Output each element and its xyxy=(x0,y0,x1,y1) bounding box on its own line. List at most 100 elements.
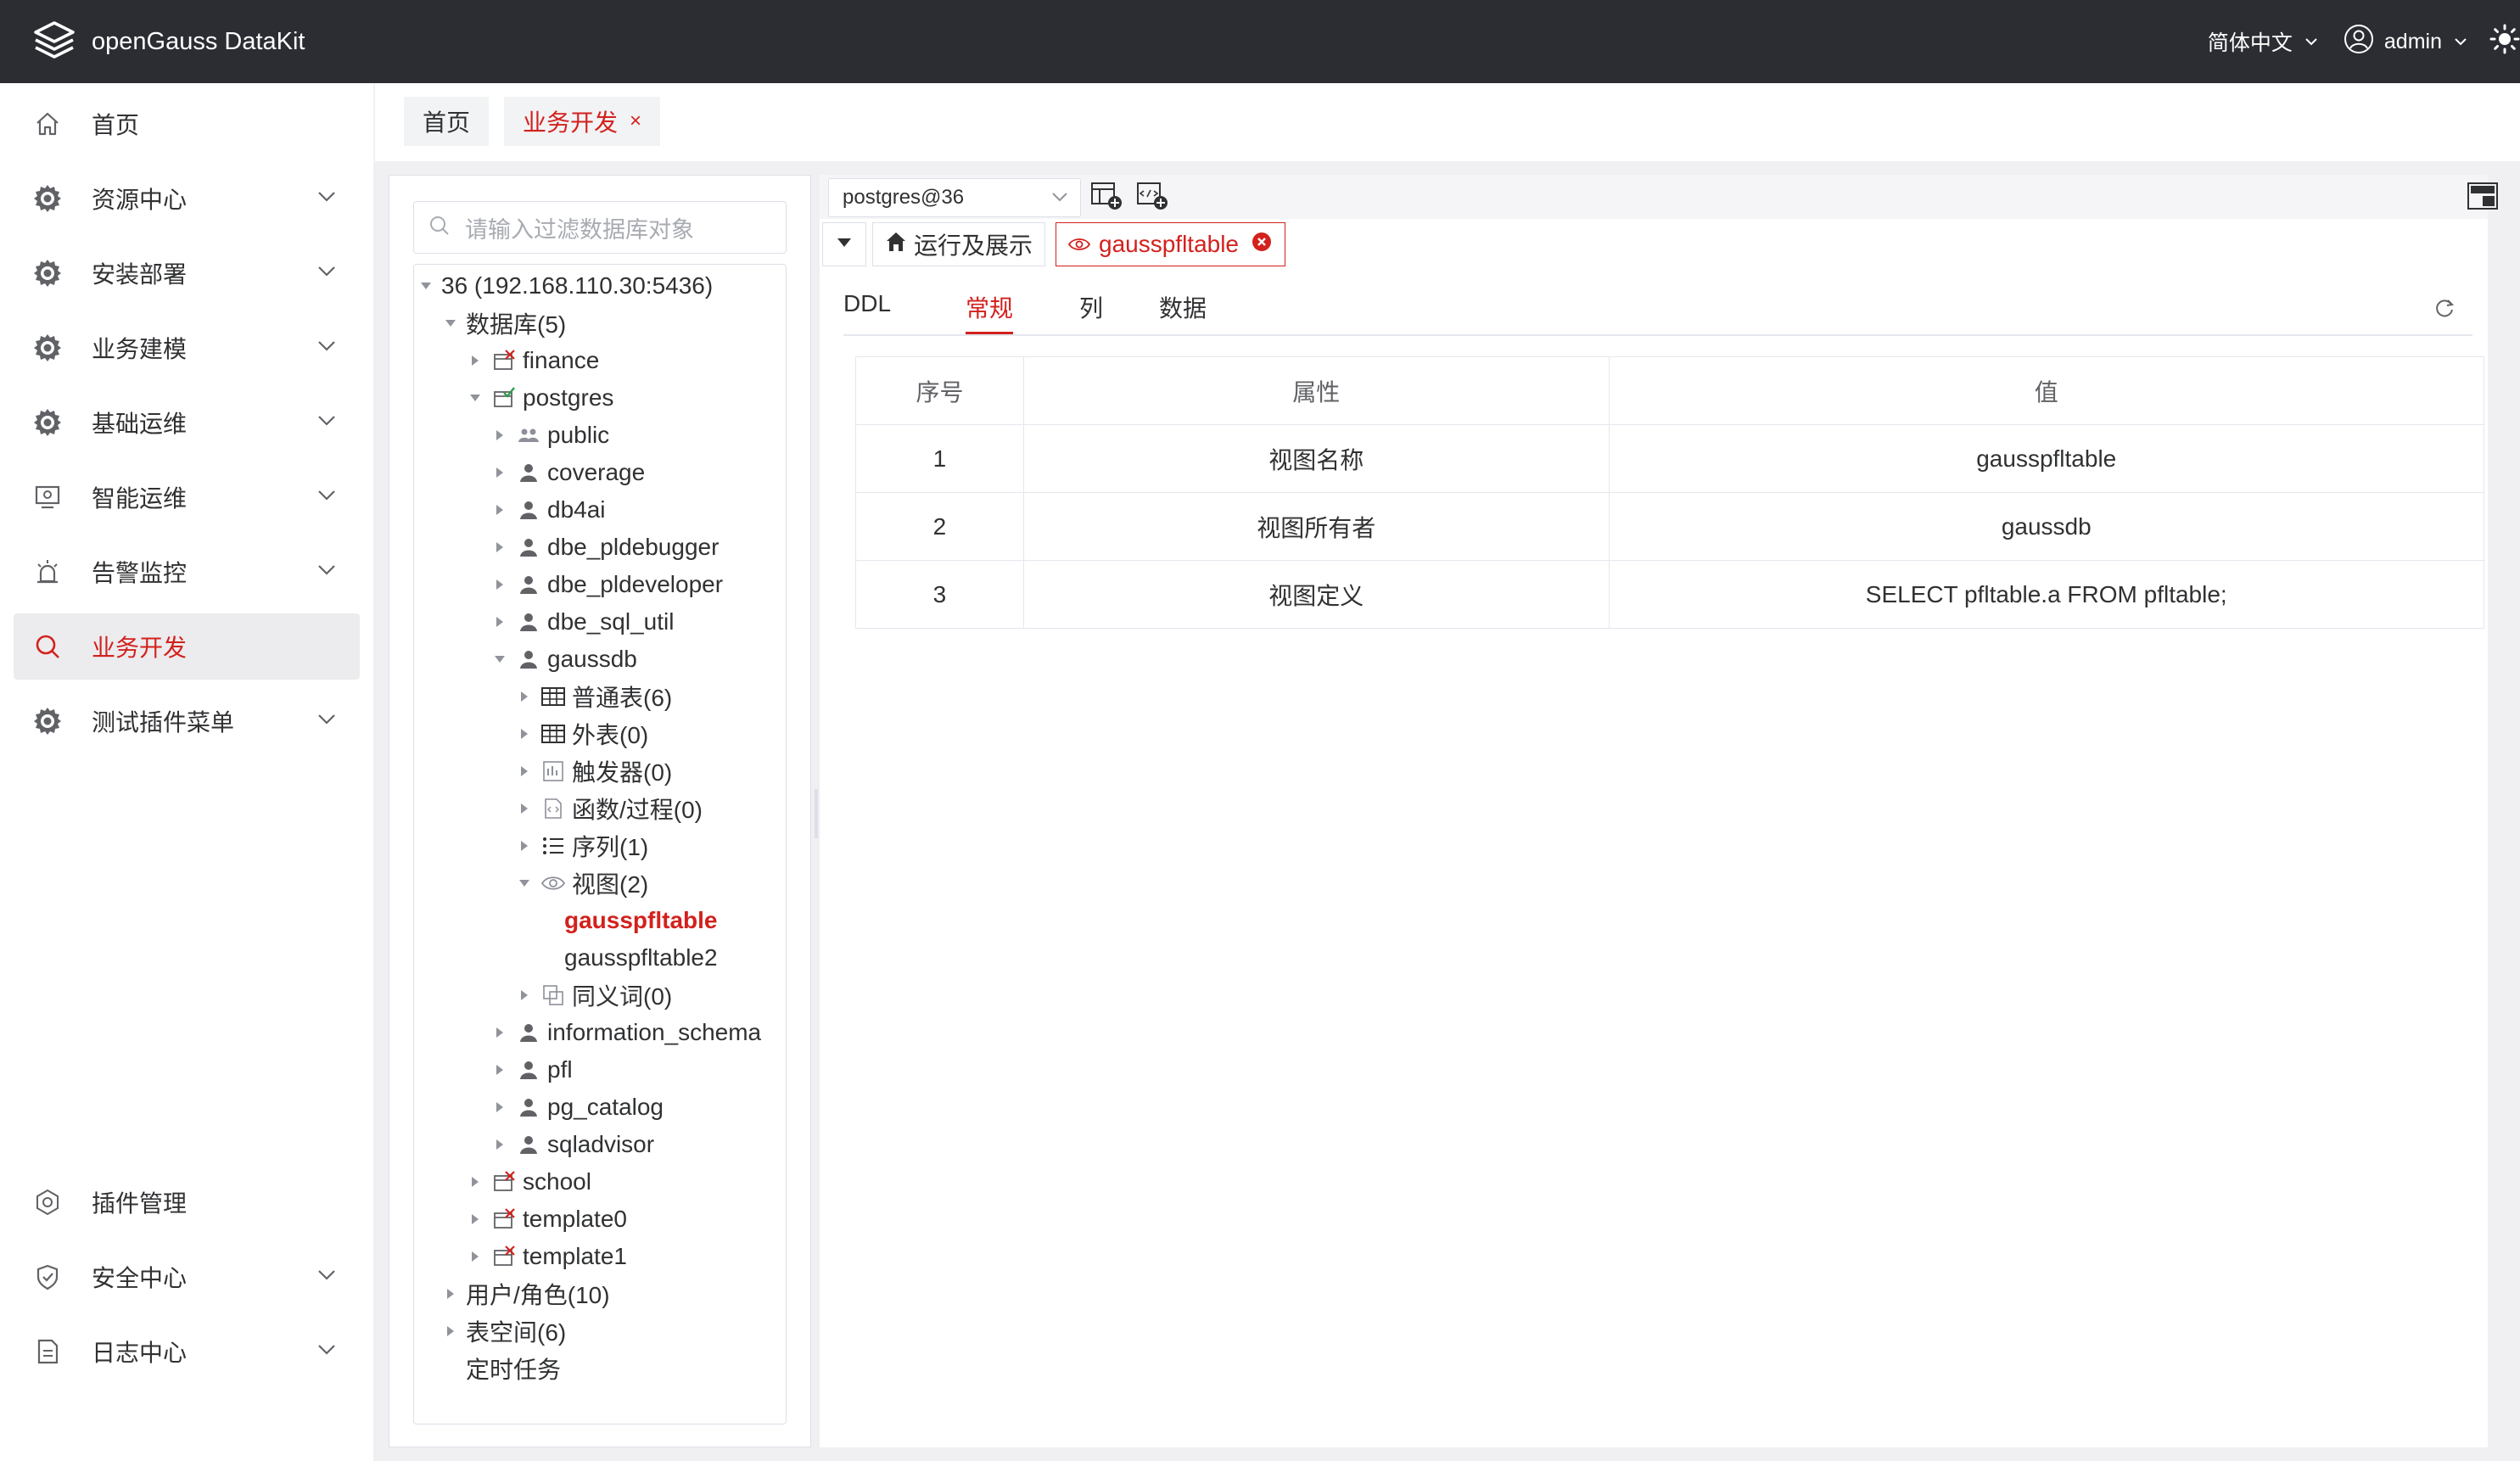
sidebar-item-7[interactable]: 业务开发 xyxy=(14,613,360,680)
tree-node[interactable]: school xyxy=(467,1164,591,1200)
tree-node[interactable]: 外表(0) xyxy=(516,716,648,752)
caret-right-icon[interactable] xyxy=(516,989,533,1001)
caret-right-icon[interactable] xyxy=(467,1213,484,1225)
tree-node[interactable]: 定时任务 xyxy=(442,1351,561,1386)
tree-node-label: postgres xyxy=(523,384,614,411)
caret-right-icon[interactable] xyxy=(442,1288,459,1300)
caret-down-icon[interactable] xyxy=(417,282,434,290)
tab-run-display[interactable]: 运行及展示 xyxy=(872,222,1046,266)
tree-node[interactable]: 数据库(5) xyxy=(442,305,566,341)
caret-right-icon[interactable] xyxy=(491,1027,508,1038)
sidebar-item-3[interactable]: 业务建模 xyxy=(14,315,360,381)
tree-node[interactable]: coverage xyxy=(491,455,645,490)
caret-right-icon[interactable] xyxy=(491,616,508,628)
tabs-dropdown-button[interactable] xyxy=(822,222,866,266)
caret-right-icon[interactable] xyxy=(491,1139,508,1150)
table-cell: 视图所有者 xyxy=(1022,492,1610,561)
tree-node[interactable]: dbe_pldebugger xyxy=(491,529,719,565)
caret-right-icon[interactable] xyxy=(516,765,533,777)
caret-down-icon[interactable] xyxy=(516,879,533,887)
tree-node[interactable]: 表空间(6) xyxy=(442,1313,566,1349)
caret-right-icon[interactable] xyxy=(467,1251,484,1262)
tree-node[interactable]: pg_catalog xyxy=(491,1089,664,1125)
panel-splitter[interactable] xyxy=(815,789,818,838)
refresh-icon[interactable] xyxy=(2433,297,2456,323)
tab-view-gausspfltable[interactable]: gausspfltable xyxy=(1056,222,1286,266)
tree-node[interactable]: postgres xyxy=(467,380,613,416)
tree-node[interactable]: public xyxy=(491,417,609,453)
caret-right-icon[interactable] xyxy=(516,803,533,814)
caret-right-icon[interactable] xyxy=(491,429,508,441)
close-icon[interactable]: × xyxy=(630,109,641,133)
new-query-button[interactable] xyxy=(1089,182,1123,214)
caret-right-icon[interactable] xyxy=(442,1325,459,1337)
table-cell: 视图定义 xyxy=(1022,560,1610,629)
tree-node[interactable]: gausspfltable2 xyxy=(540,940,718,976)
tree-node[interactable]: 序列(1) xyxy=(516,828,648,864)
tree-node[interactable]: 函数/过程(0) xyxy=(516,791,703,826)
sidebar-item-8[interactable]: 测试插件菜单 xyxy=(14,688,360,754)
tree-node[interactable]: 视图(2) xyxy=(516,865,648,901)
caret-right-icon[interactable] xyxy=(467,355,484,367)
sidebar-bottom-item-0[interactable]: 插件管理 xyxy=(14,1169,360,1235)
tree-node[interactable]: 用户/角色(10) xyxy=(442,1276,610,1312)
sidebar-item-label: 基础运维 xyxy=(92,411,188,437)
tree-node[interactable]: template0 xyxy=(467,1201,627,1237)
caret-right-icon[interactable] xyxy=(491,1064,508,1076)
sql-assistant-button[interactable] xyxy=(2466,182,2500,214)
sidebar-bottom-item-2[interactable]: 日志中心 xyxy=(14,1318,360,1385)
tree-node[interactable]: 同义词(0) xyxy=(516,977,672,1013)
sidebar-item-6[interactable]: 告警监控 xyxy=(14,539,360,605)
sidebar-item-5[interactable]: 智能运维 xyxy=(14,464,360,530)
caret-right-icon[interactable] xyxy=(467,1176,484,1188)
theme-toggle-button[interactable] xyxy=(2489,24,2520,60)
sidebar-item-2[interactable]: 安装部署 xyxy=(14,240,360,306)
tree-node[interactable]: dbe_sql_util xyxy=(491,604,674,640)
user-menu[interactable]: admin xyxy=(2344,24,2467,60)
tree-node-label: 同义词(0) xyxy=(572,983,673,1010)
tree-node[interactable]: 36 (192.168.110.30:5436) xyxy=(417,268,713,304)
caret-right-icon[interactable] xyxy=(491,579,508,591)
tree-node[interactable]: finance xyxy=(467,343,599,378)
caret-down-icon[interactable] xyxy=(442,319,459,327)
subtab-0[interactable]: DDL xyxy=(843,290,891,334)
sidebar-item-0[interactable]: 首页 xyxy=(14,91,360,157)
tree-node[interactable]: gaussdb xyxy=(491,641,637,677)
subtab-2[interactable]: 列 xyxy=(1079,290,1103,334)
tree-node[interactable]: template1 xyxy=(467,1239,627,1274)
tab-home[interactable]: 首页 xyxy=(404,97,490,146)
sidebar-item-4[interactable]: 基础运维 xyxy=(14,389,360,456)
tree-node[interactable]: 触发器(0) xyxy=(516,753,672,789)
tree-node[interactable]: sqladvisor xyxy=(491,1127,654,1162)
tab-business-dev[interactable]: 业务开发 × xyxy=(504,97,661,146)
sidebar-item-1[interactable]: 资源中心 xyxy=(14,165,360,232)
caret-right-icon[interactable] xyxy=(491,541,508,553)
close-circle-icon[interactable] xyxy=(1251,231,1273,259)
new-function-button[interactable] xyxy=(1135,182,1169,214)
sidebar-item-label: 资源中心 xyxy=(92,187,188,213)
tree-node[interactable]: gausspfltable xyxy=(540,903,717,938)
subtab-1[interactable]: 常规 xyxy=(966,290,1014,334)
sidebar-item-label: 插件管理 xyxy=(92,1190,188,1217)
filter-input[interactable]: 请输入过滤数据库对象 xyxy=(413,201,787,254)
caret-right-icon[interactable] xyxy=(516,691,533,703)
language-switcher[interactable]: 简体中文 xyxy=(2208,26,2318,57)
logo[interactable]: openGauss DataKit xyxy=(32,20,305,64)
tree-node[interactable]: db4ai xyxy=(491,492,606,528)
caret-right-icon[interactable] xyxy=(491,1101,508,1113)
table-icon xyxy=(541,685,565,708)
caret-right-icon[interactable] xyxy=(491,467,508,479)
caret-down-icon[interactable] xyxy=(491,655,508,663)
tree-node[interactable]: dbe_pldeveloper xyxy=(491,567,723,602)
tree-node[interactable]: 普通表(6) xyxy=(516,679,672,714)
caret-right-icon[interactable] xyxy=(516,728,533,740)
column-header: 序号 xyxy=(855,356,1024,425)
caret-right-icon[interactable] xyxy=(491,504,508,516)
connection-select[interactable]: postgres@36 xyxy=(828,178,1081,217)
tree-node[interactable]: pfl xyxy=(491,1052,573,1088)
caret-right-icon[interactable] xyxy=(516,840,533,852)
tree-node[interactable]: information_schema xyxy=(491,1015,761,1050)
caret-down-icon[interactable] xyxy=(467,394,484,402)
sidebar-bottom-item-1[interactable]: 安全中心 xyxy=(14,1244,360,1310)
subtab-3[interactable]: 数据 xyxy=(1159,290,1207,334)
